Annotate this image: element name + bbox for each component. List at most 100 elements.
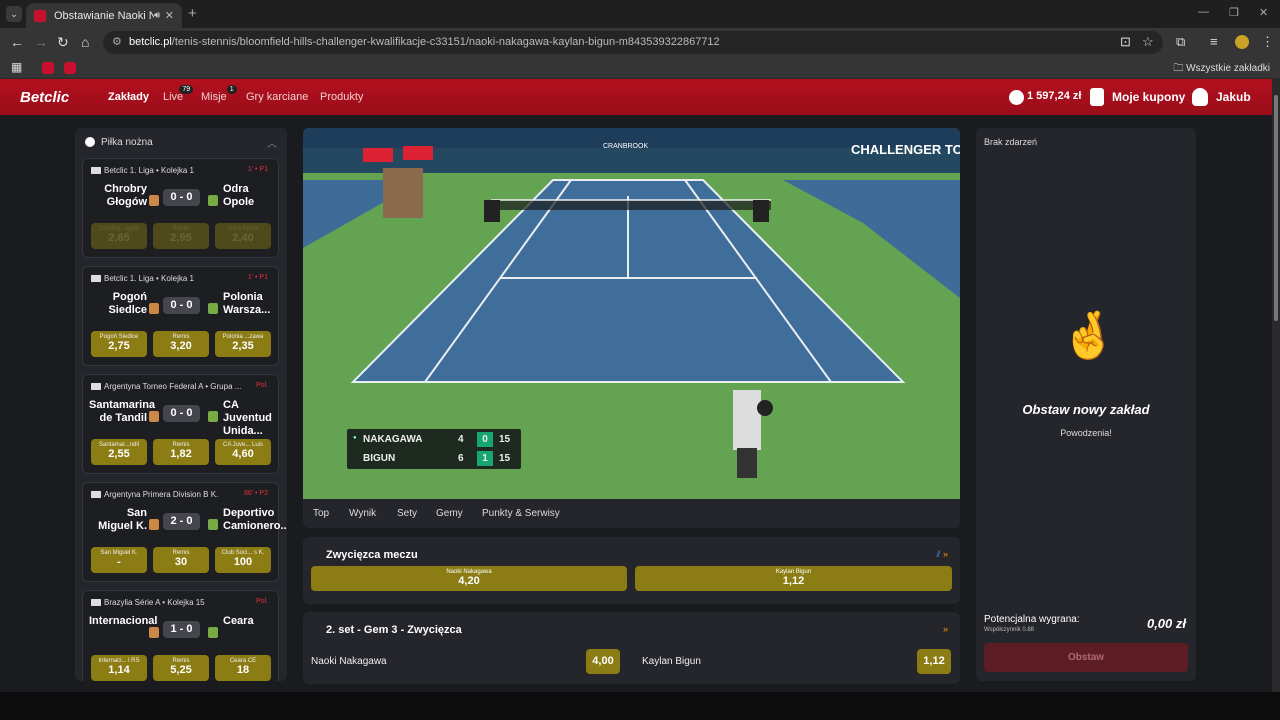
profile-avatar[interactable]: [1235, 35, 1249, 49]
league-flag-icon: [91, 167, 101, 175]
odd-button[interactable]: Remis 5,25: [153, 655, 209, 681]
market-tabs: Top Wynik Sety Gemy Punkty & Serwisy: [303, 499, 960, 528]
menu-icon[interactable]: ⋮: [1261, 34, 1274, 50]
add-funds-icon[interactable]: [1009, 90, 1024, 105]
bookmark-star-icon[interactable]: ☆: [1142, 34, 1154, 50]
user-name[interactable]: Jakub: [1216, 90, 1251, 104]
apps-icon[interactable]: ▦: [11, 60, 22, 74]
home-crest-icon: [149, 303, 159, 314]
my-coupons-button[interactable]: Moje kupony: [1112, 90, 1185, 104]
match-card[interactable]: Brazylia Série A • Kolejka 15 Pol. Interna…: [82, 590, 279, 681]
forward-icon[interactable]: →: [34, 34, 48, 50]
match-score: 2 - 0: [163, 513, 200, 530]
betslip-headline: Obstaw nowy zakład: [1022, 402, 1150, 417]
home-team: Chrobry Głogów: [104, 183, 147, 208]
bookmark-youtube-icon[interactable]: [64, 62, 76, 74]
odd-button-away[interactable]: Kaylan Bigun 1,12: [635, 566, 952, 591]
nav-missions[interactable]: Misje 1: [201, 85, 237, 103]
odd-value: 30: [174, 556, 188, 568]
odd-button-away[interactable]: 1,12: [917, 649, 951, 674]
league-name: Argentyna Primera Division B K.: [91, 490, 218, 499]
url-path: /tenis-stennis/bloomfield-hills-challeng…: [171, 36, 720, 48]
away-crest-icon: [208, 195, 218, 206]
odd-value: 2,35: [232, 340, 254, 352]
odd-value: 2,40: [232, 232, 254, 244]
nav-missions-label: Misje: [201, 91, 227, 103]
odd-button[interactable]: Internaci... l RS 1,14: [91, 655, 147, 681]
home-icon[interactable]: ⌂: [81, 34, 89, 50]
league-name: Argentyna Torneo Federal A • Grupa ...: [91, 382, 241, 391]
set1-score: 4: [458, 434, 464, 445]
match-card[interactable]: Betclic 1. Liga • Kolejka 1 1' • P1 Pogoń …: [82, 266, 279, 366]
odd-button[interactable]: Remis 2,95: [153, 223, 209, 249]
odd-button[interactable]: Santamar...ndil 2,55: [91, 439, 147, 465]
browser-tab-strip: ⌄ Obstawianie Naoki Nakagawa 🔊︎ ✕ + — ❐ …: [0, 0, 1280, 28]
nav-bets[interactable]: Zakłady: [108, 91, 149, 103]
odd-button-home[interactable]: 4,00: [586, 649, 620, 674]
match-winner-market: Zwycięzca meczu ⫽ » Naoki Nakagawa 4,20 …: [303, 537, 960, 604]
extensions-icon[interactable]: ⧉: [1176, 34, 1185, 50]
boost-icon[interactable]: »: [943, 624, 948, 634]
reload-icon[interactable]: ↻: [57, 34, 69, 51]
live-stats-icon[interactable]: ⫽ »: [936, 549, 948, 560]
odd-button-home[interactable]: Naoki Nakagawa 4,20: [311, 566, 627, 591]
away-crest-icon: [208, 627, 218, 638]
odd-value: 5,25: [170, 664, 192, 676]
tab-search-icon[interactable]: ⌄: [6, 6, 22, 22]
chevron-up-icon[interactable]: ︿: [267, 135, 277, 150]
tab-result[interactable]: Wynik: [349, 508, 376, 519]
points-score: 15: [499, 453, 511, 464]
browser-tab[interactable]: Obstawianie Naoki Nakagawa 🔊︎ ✕: [26, 3, 182, 28]
user-icon[interactable]: [1192, 88, 1208, 106]
odd-button[interactable]: CA Juve... Luis 4,60: [215, 439, 271, 465]
nav-card-games[interactable]: Gry karciane: [246, 91, 308, 103]
live-video-stream[interactable]: CHALLENGER TOUR CRANBROOK ●NAKAGAWA4015B…: [303, 128, 960, 499]
minimize-icon[interactable]: —: [1198, 6, 1209, 18]
media-icon[interactable]: ≡: [1210, 34, 1218, 49]
odd-button[interactable]: Club Soci... s K. 100: [215, 547, 271, 573]
tab-close-icon[interactable]: ✕: [165, 9, 174, 22]
speaker-icon[interactable]: 🔊︎: [154, 10, 160, 21]
sport-section-header[interactable]: Piłka nożna ︿: [75, 128, 287, 156]
tab-sets[interactable]: Sety: [397, 508, 417, 519]
odd-button[interactable]: Remis 3,20: [153, 331, 209, 357]
address-bar[interactable]: ⚙︎ betclic.pl/tenis-stennis/bloomfield-h…: [103, 31, 1163, 54]
odd-button[interactable]: Pogoń Siedlce 2,75: [91, 331, 147, 357]
betclic-logo[interactable]: Betclic: [20, 89, 69, 106]
potential-win-label: Potencjalna wygrana:: [984, 614, 1080, 625]
odd-value: 1,14: [108, 664, 130, 676]
close-window-icon[interactable]: ✕: [1259, 6, 1268, 19]
tab-top[interactable]: Top: [313, 508, 329, 519]
site-info-icon[interactable]: ⚙︎: [112, 31, 122, 54]
account-balance[interactable]: 1 597,24 zł: [1027, 90, 1081, 102]
install-icon[interactable]: ⊡: [1120, 34, 1131, 50]
odd-button[interactable]: Ceara CE 18: [215, 655, 271, 681]
odd-button[interactable]: Odra Opole 2,40: [215, 223, 271, 249]
match-card[interactable]: Betclic 1. Liga • Kolejka 1 1' • P1 Chrobr…: [82, 158, 279, 258]
nav-live[interactable]: Live 79: [163, 85, 194, 103]
match-card[interactable]: Argentyna Torneo Federal A • Grupa ... Po…: [82, 374, 279, 474]
league-flag-icon: [91, 599, 101, 607]
tab-title: Obstawianie Naoki Nakagawa: [54, 9, 154, 22]
odd-button[interactable]: San Miguel K. -: [91, 547, 147, 573]
odd-button[interactable]: Remis 30: [153, 547, 209, 573]
league-name: Betclic 1. Liga • Kolejka 1: [91, 274, 194, 283]
tab-points-serves[interactable]: Punkty & Serwisy: [482, 508, 560, 519]
bookmark-youtube-icon[interactable]: [42, 62, 54, 74]
match-minute: 1' • P1: [247, 166, 268, 173]
odd-button[interactable]: Remis 1,82: [153, 439, 209, 465]
place-bet-button[interactable]: Obstaw: [984, 643, 1188, 672]
odd-button[interactable]: Polonia ...zawa 2,35: [215, 331, 271, 357]
back-icon[interactable]: ←: [10, 34, 24, 50]
coupon-icon[interactable]: [1090, 88, 1104, 106]
match-score: 0 - 0: [163, 405, 200, 422]
new-tab-button[interactable]: +: [188, 5, 197, 22]
tab-games[interactable]: Gemy: [436, 508, 463, 519]
scrollbar-thumb[interactable]: [1274, 95, 1278, 321]
nav-products[interactable]: Produkty: [320, 91, 363, 103]
all-bookmarks[interactable]: 🗀 Wszystkie zakładki: [1173, 61, 1270, 78]
page-scrollbar[interactable]: [1272, 79, 1280, 692]
match-card[interactable]: Argentyna Primera Division B K. 86' • P2 S…: [82, 482, 287, 582]
maximize-icon[interactable]: ❐: [1229, 6, 1239, 19]
odd-button[interactable]: Chrobry...ogów 2,65: [91, 223, 147, 249]
